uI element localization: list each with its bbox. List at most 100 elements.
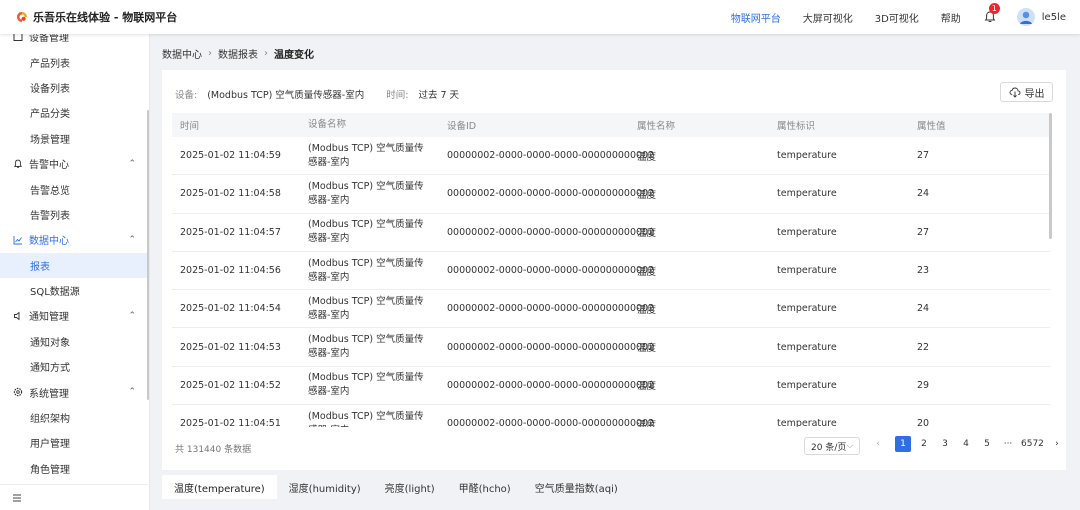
sidebar-collapse-button[interactable] — [0, 484, 148, 510]
device-label: 设备: — [175, 90, 198, 101]
cell-property-value: 27 — [917, 226, 930, 238]
cell-device-name: (Modbus TCP) 空气质量传感器-室内 — [308, 410, 424, 427]
nav-help[interactable]: 帮助 — [941, 10, 961, 25]
sidebar-group-notify[interactable]: 通知管理 ⌃ — [0, 303, 148, 328]
cell-device-name: (Modbus TCP) 空气质量传感器-室内 — [308, 180, 424, 206]
cell-device-name: (Modbus TCP) 空气质量传感器-室内 — [308, 372, 424, 398]
sidebar-item-notify-method[interactable]: 通知方式 — [0, 354, 148, 379]
sidebar-group-system[interactable]: 系统管理 ⌃ — [0, 379, 148, 404]
page-size-value: 20 条/页 — [811, 442, 847, 453]
cell-device-id: 00000002-0000-0000-0000-000000000002 — [447, 150, 655, 162]
table-row[interactable]: 2025-01-02 11:04:51 (Modbus TCP) 空气质量传感器-… — [172, 405, 1050, 427]
username[interactable]: le5le — [1042, 12, 1066, 23]
speaker-icon — [14, 311, 20, 321]
cell-property-name: 温度 — [637, 304, 657, 316]
tab-light[interactable]: 亮度(light) — [373, 475, 447, 499]
page-1[interactable]: 1 — [895, 436, 911, 452]
notification-button[interactable]: 1 — [983, 3, 1000, 24]
cell-property-value: 27 — [917, 150, 930, 162]
cell-time: 2025-01-02 11:04:51 — [180, 418, 281, 427]
nav-iot-platform[interactable]: 物联网平台 — [731, 10, 781, 25]
cell-property-name: 温度 — [637, 189, 657, 201]
table-row[interactable]: 2025-01-02 11:04:54 (Modbus TCP) 空气质量传感器-… — [172, 290, 1050, 329]
table-row[interactable]: 2025-01-02 11:04:56 (Modbus TCP) 空气质量传感器-… — [172, 252, 1050, 291]
page-4[interactable]: 4 — [958, 436, 974, 452]
cell-time: 2025-01-02 11:04:58 — [180, 188, 281, 200]
gear-icon — [13, 387, 23, 397]
cell-property-key: temperature — [777, 226, 837, 238]
table-scrollbar[interactable] — [1049, 113, 1052, 239]
chevron-right-icon: › — [208, 48, 212, 59]
cell-property-name: 温度 — [637, 266, 657, 278]
cell-property-key: temperature — [777, 188, 837, 200]
total-count: 共 131440 条数据 — [175, 445, 252, 455]
tab-temperature[interactable]: 温度(temperature) — [162, 475, 277, 499]
cloud-download-icon — [1009, 87, 1020, 98]
sidebar-item-alarm-list[interactable]: 告警列表 — [0, 202, 148, 227]
sidebar-scrollbar[interactable] — [147, 110, 149, 400]
cell-time: 2025-01-02 11:04:54 — [180, 303, 281, 315]
sidebar: 设备管理 产品列表 设备列表 产品分类 场景管理 告警中心 ⌃ 告警总览 告警列… — [0, 34, 150, 510]
table-row[interactable]: 2025-01-02 11:04:58 (Modbus TCP) 空气质量传感器-… — [172, 175, 1050, 214]
sidebar-item-alarm-overview[interactable]: 告警总览 — [0, 176, 148, 201]
report-info: 设备: (Modbus TCP) 空气质量传感器-室内 时间: 过去 7 天 — [175, 87, 459, 101]
page-size-select[interactable]: 20 条/页 ⌵ — [804, 437, 860, 455]
page-last[interactable]: 6572 — [1021, 436, 1044, 452]
cell-time: 2025-01-02 11:04:52 — [180, 379, 281, 391]
cell-device-name: (Modbus TCP) 空气质量传感器-室内 — [308, 219, 424, 245]
table-row[interactable]: 2025-01-02 11:04:53 (Modbus TCP) 空气质量传感器-… — [172, 328, 1050, 367]
cell-device-id: 00000002-0000-0000-0000-000000000002 — [447, 418, 655, 427]
cell-property-key: temperature — [777, 418, 837, 427]
cell-property-key: temperature — [777, 303, 837, 315]
sidebar-group-data-center[interactable]: 数据中心 ⌃ — [0, 227, 148, 252]
sidebar-item-product-category[interactable]: 产品分类 — [0, 100, 148, 125]
logo[interactable]: 乐吾乐在线体验 - 物联网平台 — [16, 9, 177, 25]
table-row[interactable]: 2025-01-02 11:04:52 (Modbus TCP) 空气质量传感器-… — [172, 367, 1050, 406]
sidebar-item-product-list[interactable]: 产品列表 — [0, 49, 148, 74]
tab-humidity[interactable]: 湿度(humidity) — [277, 475, 373, 499]
tab-hcho[interactable]: 甲醛(hcho) — [447, 475, 523, 499]
sidebar-item-roles[interactable]: 角色管理 — [0, 456, 148, 481]
page-5[interactable]: 5 — [979, 436, 995, 452]
sidebar-group-label: 通知管理 — [29, 312, 69, 324]
cell-property-value: 23 — [917, 265, 930, 277]
sidebar-group-device[interactable]: 设备管理 — [0, 34, 148, 49]
export-button[interactable]: 导出 — [1000, 82, 1053, 102]
table-row[interactable]: 2025-01-02 11:04:59 (Modbus TCP) 空气质量传感器-… — [172, 137, 1050, 176]
sidebar-item-report[interactable]: 报表 — [0, 252, 148, 278]
chevron-up-icon: ⌃ — [128, 387, 136, 398]
sidebar-item-device-list[interactable]: 设备列表 — [0, 75, 148, 100]
header-property-value: 属性值 — [917, 121, 946, 132]
sidebar-item-users[interactable]: 用户管理 — [0, 430, 148, 455]
cell-time: 2025-01-02 11:04:57 — [180, 226, 281, 238]
avatar[interactable] — [1016, 8, 1035, 26]
cell-property-key: temperature — [777, 341, 837, 353]
table-row[interactable]: 2025-01-02 11:04:57 (Modbus TCP) 空气质量传感器-… — [172, 214, 1050, 252]
report-card: 设备: (Modbus TCP) 空气质量传感器-室内 时间: 过去 7 天 导… — [162, 70, 1066, 470]
sidebar-item-org[interactable]: 组织架构 — [0, 405, 148, 430]
page-ellipsis[interactable]: ··· — [1000, 436, 1016, 452]
export-label: 导出 — [1024, 88, 1045, 100]
cell-property-key: temperature — [777, 379, 837, 391]
top-header: 乐吾乐在线体验 - 物联网平台 物联网平台 大屏可视化 3D可视化 帮助 1 l… — [0, 0, 1080, 34]
sidebar-group-alarm[interactable]: 告警中心 ⌃ — [0, 151, 148, 176]
cell-device-name: (Modbus TCP) 空气质量传感器-室内 — [308, 142, 424, 168]
nav-big-screen[interactable]: 大屏可视化 — [803, 10, 853, 25]
breadcrumb-data-report[interactable]: 数据报表 — [218, 46, 258, 61]
next-page-button[interactable]: › — [1049, 436, 1065, 452]
breadcrumb-data-center[interactable]: 数据中心 — [162, 46, 202, 61]
sidebar-item-scene[interactable]: 场景管理 — [0, 126, 148, 151]
page-3[interactable]: 3 — [937, 436, 953, 452]
header-device-id: 设备ID — [447, 121, 477, 132]
nav-3d[interactable]: 3D可视化 — [875, 10, 919, 25]
page-2[interactable]: 2 — [916, 436, 932, 452]
cell-property-key: temperature — [777, 265, 837, 277]
sidebar-item-notify-target[interactable]: 通知对象 — [0, 329, 148, 354]
prev-page-button[interactable]: ‹ — [870, 436, 886, 452]
sidebar-group-label: 告警中心 — [29, 160, 69, 172]
pagination: ‹ 1 2 3 4 5 ··· 6572 › — [870, 436, 1070, 452]
table-header: 时间 设备名称 设备ID 属性名称 属性标识 属性值 — [172, 113, 1050, 137]
cell-property-name: 温度 — [637, 343, 657, 355]
tab-aqi[interactable]: 空气质量指数(aqi) — [523, 475, 630, 499]
sidebar-item-sql-source[interactable]: SQL数据源 — [0, 278, 148, 303]
